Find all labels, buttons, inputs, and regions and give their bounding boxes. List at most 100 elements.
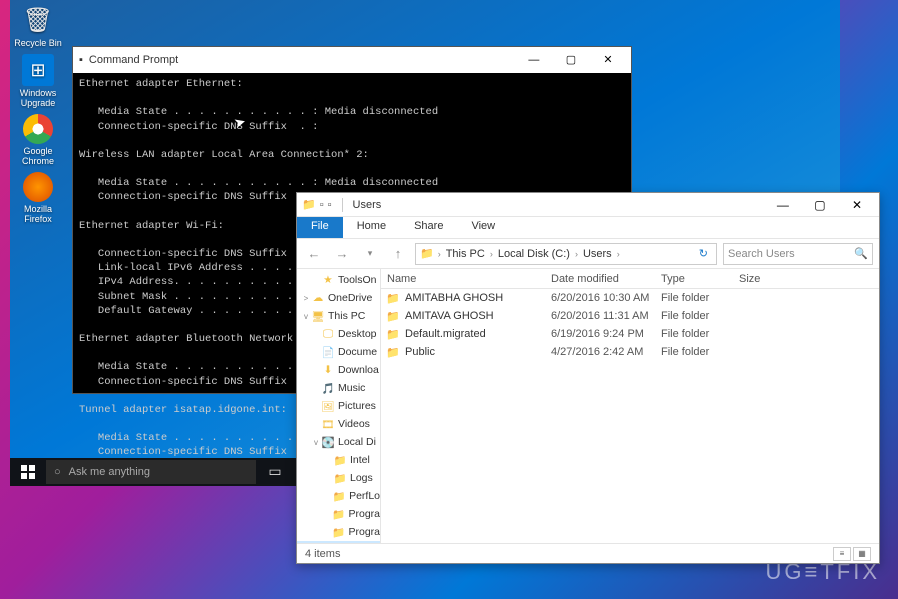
nav-item-perflo[interactable]: 📁PerfLo bbox=[297, 487, 380, 505]
crumb-localdisk[interactable]: Local Disk (C:) bbox=[495, 248, 573, 260]
file-date: 6/20/2016 10:30 AM bbox=[551, 292, 661, 304]
refresh-button[interactable]: ↻ bbox=[695, 247, 712, 260]
minimize-button[interactable]: — bbox=[766, 194, 800, 216]
col-type[interactable]: Type bbox=[661, 273, 739, 285]
tab-home[interactable]: Home bbox=[343, 217, 400, 238]
file-name: Public bbox=[405, 346, 551, 358]
cmd-title: Command Prompt bbox=[89, 54, 517, 66]
windows-upgrade-icon[interactable]: ⊞ Windows Upgrade bbox=[14, 54, 62, 108]
chevron-icon[interactable]: › bbox=[575, 249, 578, 259]
table-row[interactable]: 📁Public4/27/2016 2:42 AMFile folder bbox=[381, 343, 879, 361]
music-icon: 🎵 bbox=[321, 382, 335, 395]
mozilla-firefox-icon[interactable]: Mozilla Firefox bbox=[14, 172, 62, 224]
file-list[interactable]: 📁AMITABHA GHOSH6/20/2016 10:30 AMFile fo… bbox=[381, 289, 879, 543]
nav-item-progra[interactable]: 📁Progra bbox=[297, 523, 380, 541]
nav-label: ToolsOn bbox=[338, 274, 377, 286]
file-type: File folder bbox=[661, 310, 739, 322]
nav-item-docume[interactable]: 📄Docume bbox=[297, 343, 380, 361]
google-chrome-icon[interactable]: Google Chrome bbox=[14, 114, 62, 166]
cloud-icon: ☁ bbox=[311, 292, 325, 304]
nav-label: Docume bbox=[338, 346, 377, 358]
recent-dropdown[interactable]: ▾ bbox=[359, 243, 381, 265]
mozilla-firefox-label: Mozilla Firefox bbox=[14, 204, 62, 224]
nav-item-onedrive[interactable]: >☁OneDrive bbox=[297, 289, 380, 307]
qat-newfolder-icon[interactable]: ▫ bbox=[328, 199, 332, 211]
crumb-users[interactable]: Users bbox=[580, 248, 615, 260]
chevron-icon[interactable]: › bbox=[490, 249, 493, 259]
minimize-button[interactable]: — bbox=[517, 49, 551, 71]
caret-icon: v bbox=[311, 438, 321, 447]
search-input[interactable]: Search Users 🔍 bbox=[723, 243, 873, 265]
nav-item-toolson[interactable]: ★ToolsOn bbox=[297, 271, 380, 289]
nav-label: Music bbox=[338, 382, 365, 394]
folder-icon: 📁 bbox=[385, 346, 401, 359]
recycle-bin-icon[interactable]: 🗑 Recycle Bin bbox=[14, 4, 62, 48]
col-date[interactable]: Date modified bbox=[551, 273, 661, 285]
separator bbox=[342, 198, 343, 212]
nav-label: Downloa bbox=[338, 364, 379, 376]
folder-icon: 📁 bbox=[333, 472, 347, 485]
nav-item-desktop[interactable]: 🖵Desktop bbox=[297, 325, 380, 343]
qat-properties-icon[interactable]: ▫ bbox=[320, 199, 324, 211]
ribbon-tabs: File Home Share View bbox=[297, 217, 879, 239]
file-date: 4/27/2016 2:42 AM bbox=[551, 346, 661, 358]
icons-view-button[interactable]: ▦ bbox=[853, 547, 871, 561]
close-button[interactable]: ✕ bbox=[591, 49, 625, 71]
up-button[interactable]: ↑ bbox=[387, 243, 409, 265]
content-pane: Name Date modified Type Size 📁AMITABHA G… bbox=[381, 269, 879, 543]
breadcrumb[interactable]: 📁 › This PC › Local Disk (C:) › Users › … bbox=[415, 243, 717, 265]
cortana-search[interactable]: ○ Ask me anything bbox=[46, 460, 256, 484]
nav-item-downloa[interactable]: ⬇Downloa bbox=[297, 361, 380, 379]
file-explorer-window[interactable]: 📁 ▫ ▫ Users — ▢ ✕ File Home Share View ←… bbox=[296, 192, 880, 564]
details-view-button[interactable]: ≡ bbox=[833, 547, 851, 561]
chevron-icon[interactable]: › bbox=[617, 249, 620, 259]
navigation-pane[interactable]: ★ToolsOn>☁OneDrivev🖥This PC🖵Desktop📄Docu… bbox=[297, 269, 381, 543]
maximize-button[interactable]: ▢ bbox=[554, 49, 588, 71]
col-name[interactable]: Name bbox=[381, 273, 551, 285]
explorer-titlebar[interactable]: 📁 ▫ ▫ Users — ▢ ✕ bbox=[297, 193, 879, 217]
task-view-button[interactable]: ▭ bbox=[256, 458, 294, 486]
cmd-titlebar[interactable]: ▪ Command Prompt — ▢ ✕ bbox=[73, 47, 631, 73]
tab-view[interactable]: View bbox=[457, 217, 509, 238]
nav-item-local-di[interactable]: v💽Local Di bbox=[297, 433, 380, 451]
folder-icon: 📁 bbox=[385, 328, 401, 341]
start-button[interactable] bbox=[10, 458, 46, 486]
nav-item-pictures[interactable]: 🖼Pictures bbox=[297, 397, 380, 415]
close-button[interactable]: ✕ bbox=[840, 194, 874, 216]
table-row[interactable]: 📁 Default.migrated6/19/2016 9:24 PMFile f… bbox=[381, 325, 879, 343]
nav-item-logs[interactable]: 📁Logs bbox=[297, 469, 380, 487]
tab-file[interactable]: File bbox=[297, 217, 343, 238]
nav-item-videos[interactable]: 🎞Videos bbox=[297, 415, 380, 433]
nav-item-progra[interactable]: 📁Progra bbox=[297, 505, 380, 523]
file-name: Default.migrated bbox=[405, 328, 551, 340]
windows-logo-icon bbox=[21, 465, 35, 479]
folder-icon: 📁 bbox=[420, 247, 434, 260]
nav-label: Local Di bbox=[338, 436, 376, 448]
disk-icon: 💽 bbox=[321, 436, 335, 449]
nav-item-intel[interactable]: 📁Intel bbox=[297, 451, 380, 469]
file-type: File folder bbox=[661, 328, 739, 340]
file-date: 6/19/2016 9:24 PM bbox=[551, 328, 661, 340]
desktop-icons: 🗑 Recycle Bin ⊞ Windows Upgrade Google C… bbox=[14, 4, 62, 224]
nav-item-this-pc[interactable]: v🖥This PC bbox=[297, 307, 380, 325]
recycle-bin-label: Recycle Bin bbox=[14, 38, 62, 48]
column-headers[interactable]: Name Date modified Type Size bbox=[381, 269, 879, 289]
tab-share[interactable]: Share bbox=[400, 217, 457, 238]
vid-icon: 🎞 bbox=[321, 418, 335, 431]
nav-item-music[interactable]: 🎵Music bbox=[297, 379, 380, 397]
forward-button[interactable]: → bbox=[331, 243, 353, 265]
cortana-icon: ○ bbox=[54, 466, 61, 478]
col-size[interactable]: Size bbox=[739, 273, 799, 285]
back-button[interactable]: ← bbox=[303, 243, 325, 265]
nav-label: Videos bbox=[338, 418, 370, 430]
table-row[interactable]: 📁AMITAVA GHOSH6/20/2016 11:31 AMFile fol… bbox=[381, 307, 879, 325]
crumb-thispc[interactable]: This PC bbox=[443, 248, 488, 260]
table-row[interactable]: 📁AMITABHA GHOSH6/20/2016 10:30 AMFile fo… bbox=[381, 289, 879, 307]
folder-icon: 📁 bbox=[385, 292, 401, 305]
caret-icon: v bbox=[301, 312, 311, 321]
pc-icon: 🖥 bbox=[311, 310, 325, 323]
cortana-placeholder: Ask me anything bbox=[69, 466, 150, 478]
chevron-icon[interactable]: › bbox=[438, 249, 441, 259]
maximize-button[interactable]: ▢ bbox=[803, 194, 837, 216]
address-bar-row: ← → ▾ ↑ 📁 › This PC › Local Disk (C:) › … bbox=[297, 239, 879, 269]
